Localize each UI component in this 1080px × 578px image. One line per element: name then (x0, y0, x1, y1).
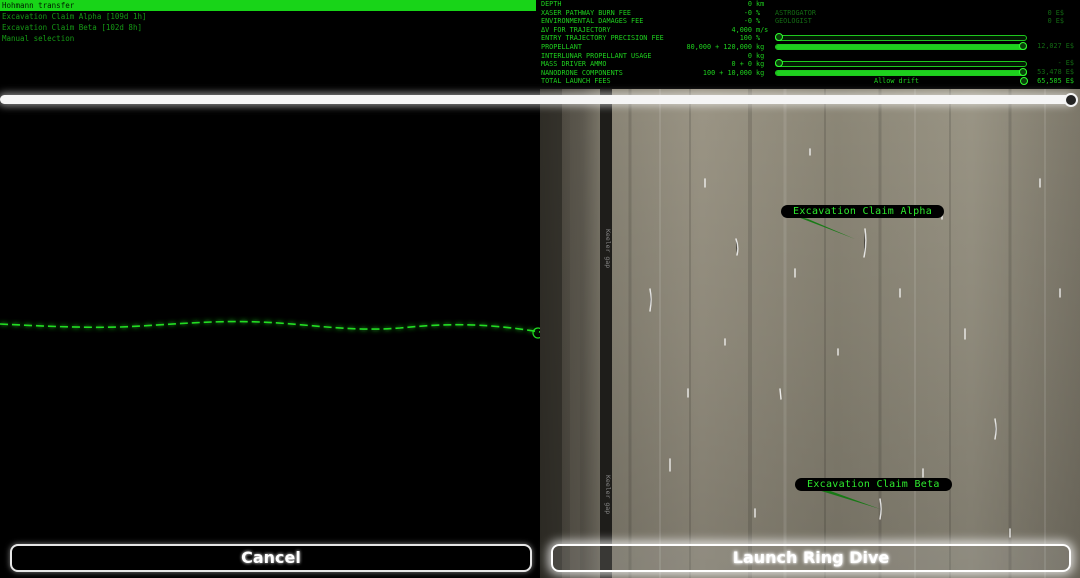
fee-value: 0 (747, 0, 752, 8)
option-claim-beta[interactable]: Excavation Claim Beta [102d 8h] (0, 22, 538, 33)
launch-ring-dive-button[interactable]: Launch Ring Dive (551, 544, 1071, 572)
fee-value: 0 + 0 (731, 60, 752, 69)
total-launch-fee-value: 65,505 E$ (1037, 77, 1074, 85)
allow-drift-label: Allow drift (874, 77, 920, 85)
fee-label: INTERLUNAR PROPELLANT USAGE (541, 51, 652, 60)
fee-row-interlunar: INTERLUNAR PROPELLANT USAGE 0 kg (540, 52, 770, 61)
astrogator-value: 0 E$ (1047, 8, 1064, 17)
fee-unit: m/s (756, 25, 769, 34)
propellant-slider-fill (776, 45, 1026, 49)
fee-label: XASER PATHWAY BURN FEE (541, 8, 632, 17)
fee-row-total: TOTAL LAUNCH FEES (540, 77, 770, 86)
astrogator-label: ASTROGATOR (775, 8, 816, 17)
fee-label: ENTRY TRAJECTORY PRECISION FEE (541, 34, 664, 43)
cancel-button[interactable]: Cancel (10, 544, 532, 572)
fee-label: PROPELLANT (541, 42, 582, 51)
ammo-slider[interactable] (775, 61, 1027, 67)
option-hohmann-transfer[interactable]: Hohmann transfer (0, 0, 536, 11)
timeline-handle[interactable] (1064, 93, 1078, 107)
fee-label: NANODRONE COMPONENTS (541, 68, 623, 77)
fee-unit: kg (756, 42, 765, 51)
timeline-bar[interactable] (0, 95, 1072, 104)
fee-row-depth: DEPTH 0 km (540, 0, 770, 9)
fee-row-delta-v: ΔV FOR TRAJECTORY 4,000 m/s (540, 26, 770, 35)
nanodrone-cost: 53,478 E$ (1037, 68, 1074, 76)
precision-slider-handle[interactable] (775, 33, 783, 41)
nanodrone-slider-fill (776, 71, 1026, 75)
fee-label: TOTAL LAUNCH FEES (541, 77, 611, 86)
excavation-claim-alpha-label[interactable]: Excavation Claim Alpha (781, 205, 945, 218)
excavation-claim-beta-label[interactable]: Excavation Claim Beta (795, 478, 952, 491)
keeler-gap-label-upper: Keeler gap (604, 229, 612, 269)
trajectory-option-list: Hohmann transfer Excavation Claim Alpha … (0, 0, 538, 44)
fee-value: 4,000 (731, 25, 752, 34)
keeler-gap-label-lower: Keeler gap (604, 475, 612, 515)
fee-label: ENVIRONMENTAL DAMAGES FEE (541, 17, 644, 26)
option-manual-selection[interactable]: Manual selection (0, 33, 538, 44)
trajectory-path (0, 320, 540, 339)
fee-value: 80,000 + 120,000 (686, 42, 752, 51)
fee-row-propellant: PROPELLANT 80,000 + 120,000 kg (540, 43, 770, 52)
precision-slider[interactable] (775, 35, 1027, 41)
trajectory-map[interactable] (0, 106, 540, 542)
ammo-slider-handle[interactable] (775, 59, 783, 67)
nanodrone-slider[interactable] (775, 70, 1027, 76)
fee-value: 100 + 10,000 (702, 68, 752, 77)
ring-surface-texture (540, 89, 1080, 578)
fee-unit: kg (756, 68, 765, 77)
fee-unit: kg (756, 60, 765, 69)
fee-unit: % (756, 17, 761, 26)
fee-row-xaser: XASER PATHWAY BURN FEE -0% (540, 9, 770, 18)
fee-value: -0 (743, 17, 752, 26)
fee-unit: % (756, 8, 761, 17)
fee-value: 0 (747, 51, 752, 60)
launch-fee-table: DEPTH 0 km XASER PATHWAY BURN FEE -0% ENVIR… (540, 0, 770, 86)
fee-row-precision: ENTRY TRAJECTORY PRECISION FEE 100% (540, 34, 770, 43)
fee-row-nanodrone: NANODRONE COMPONENTS 100 + 10,000 kg (540, 69, 770, 78)
ammo-cost: - E$ (1057, 59, 1074, 67)
fee-unit: kg (756, 51, 765, 60)
fee-value: -0 (743, 8, 752, 17)
fee-value: 100 (739, 34, 752, 43)
geologist-label: GEOLOGIST (775, 17, 812, 26)
fee-unit: km (756, 0, 765, 8)
propellant-slider[interactable] (775, 44, 1027, 50)
fee-unit: % (756, 34, 761, 43)
fee-row-ammo: MASS DRIVER AMMO 0 + 0 kg (540, 60, 770, 69)
fee-row-environmental: ENVIRONMENTAL DAMAGES FEE -0% (540, 17, 770, 26)
fee-label: ΔV FOR TRAJECTORY (541, 25, 611, 34)
fee-label: MASS DRIVER AMMO (541, 60, 607, 69)
ring-surface-view[interactable]: Excavation Claim Alpha Excavation Claim … (540, 89, 1080, 578)
propellant-cost: 12,027 E$ (1037, 42, 1074, 50)
option-claim-alpha[interactable]: Excavation Claim Alpha [109d 1h] (0, 11, 538, 22)
geologist-value: 0 E$ (1047, 17, 1064, 26)
fee-label: DEPTH (541, 0, 562, 8)
